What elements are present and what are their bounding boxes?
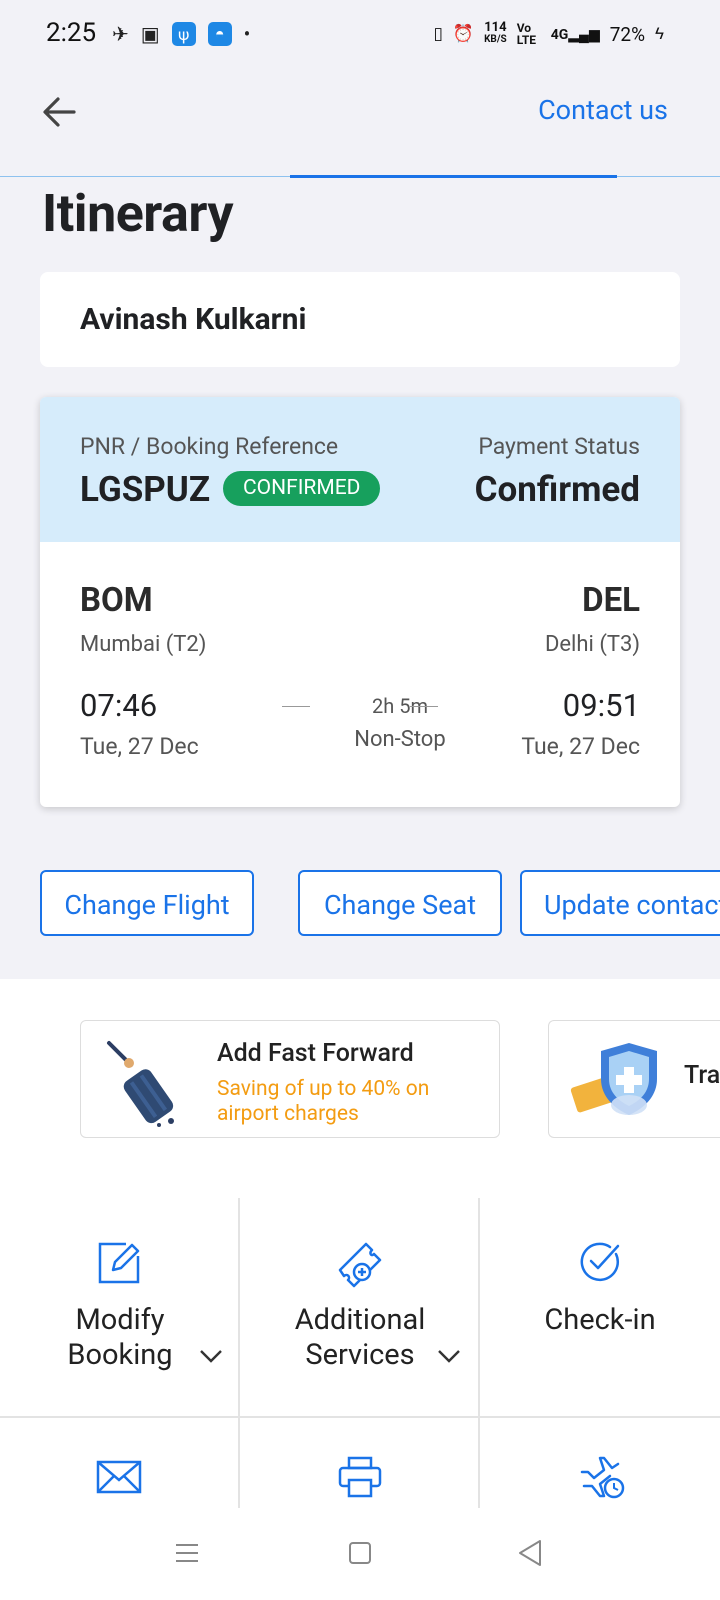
edit-pencil-icon [98,1242,140,1284]
charging-icon: ϟ [655,24,664,44]
pnr-label: PNR / Booking Reference [80,433,339,460]
fast-forward-subtitle-line2: airport charges [217,1102,359,1126]
arrival-date: Tue, 27 Dec [521,733,640,760]
system-nav-bar [0,1510,720,1600]
signal-icon: 4G▂▄▆ [550,26,600,43]
vibrate-icon: ▯ [433,24,443,44]
modify-booking-label-line1: Modify [75,1303,165,1337]
sim-card-icon: ▣ [140,22,160,46]
check-in-label: Check-in [544,1303,656,1337]
volte-icon: Vo LTE [516,21,537,47]
booking-card-header: PNR / Booking Reference LGSPUZ CONFIRMED… [40,397,680,542]
home-icon[interactable] [347,1540,373,1566]
status-time: 2:25 [46,18,97,48]
contact-us-link[interactable]: Contact us [538,94,668,126]
battery-level: 72% [609,22,645,46]
flight-status-icon[interactable] [578,1456,626,1500]
chevron-down-icon[interactable] [198,1343,224,1369]
departure-time: 07:46 [80,687,158,724]
add-ticket-icon [338,1242,382,1288]
check-in-tile[interactable]: Check-in [480,1198,718,1416]
back-icon[interactable] [516,1538,544,1568]
back-arrow-icon[interactable] [40,92,80,132]
passenger-card: Avinash Kulkarni [40,272,680,367]
usb-icon: ψ [171,22,196,46]
status-badge: CONFIRMED [223,471,381,506]
booking-card: PNR / Booking Reference LGSPUZ CONFIRMED… [40,397,680,807]
grid-row-divider [0,1416,720,1418]
fast-forward-subtitle-line1: Saving of up to 40% on [217,1077,430,1101]
flight-duration: 2h 5m [372,694,428,718]
additional-services-label-line2: Services [305,1338,415,1372]
origin-city: Mumbai (T2) [80,632,207,657]
notification-icons: ✈ ▣ ψ ◓ • [112,22,250,46]
additional-services-label-line1: Additional [294,1303,426,1337]
flight-stops: Non-Stop [354,727,446,752]
print-icon[interactable] [338,1456,382,1498]
pnr-code: LGSPUZ [80,469,211,510]
check-circle-icon [580,1242,620,1281]
page-title: Itinerary [42,183,234,244]
passenger-name: Avinash Kulkarni [80,302,307,337]
destination-code: DEL [582,581,640,620]
signal-type: 4G [550,26,569,43]
alarm-icon: ⏰ [452,24,475,44]
system-icons: ▯ ⏰ 114 KB/S Vo LTE 4G▂▄▆ 72% ϟ [433,20,664,47]
menu-icon[interactable] [174,1540,200,1566]
duration-line-left [282,706,310,707]
duration-line-right [410,706,438,707]
destination-city: Delhi (T3) [544,632,640,657]
airplane-mode-icon: ✈ [112,22,129,46]
network-speed-value: 114 [484,20,507,35]
email-icon[interactable] [96,1460,142,1494]
insurance-shield-icon [570,1043,657,1115]
fast-forward-card[interactable]: Add Fast Forward Saving of up to 40% on … [80,1020,500,1138]
travel-card-title: Tra [684,1061,720,1090]
arrival-time: 09:51 [562,687,640,724]
header-divider-active [290,175,617,178]
change-seat-button[interactable]: Change Seat [298,870,502,936]
modify-booking-label-line2: Booking [67,1338,173,1372]
chevron-down-icon[interactable] [436,1343,462,1369]
payment-status-value: Confirmed [474,469,640,510]
modify-booking-tile[interactable]: Modify Booking [0,1198,238,1416]
change-flight-button[interactable]: Change Flight [40,870,254,936]
travel-insurance-card[interactable]: Tra [548,1020,720,1138]
departure-date: Tue, 27 Dec [80,733,199,760]
luggage-icon [107,1041,174,1127]
network-speed-unit: KB/S [484,34,507,45]
additional-services-tile[interactable]: Additional Services [240,1198,478,1416]
network-speed: 114 KB/S [484,20,507,46]
fast-forward-title: Add Fast Forward [217,1039,414,1068]
more-notifications-dot-icon: • [243,22,251,46]
status-bar: 2:25 ✈ ▣ ψ ◓ • ▯ ⏰ 114 KB/S Vo LTE 4G▂▄▆… [0,0,720,72]
update-contact-button[interactable]: Update contact [520,870,720,936]
origin-code: BOM [80,581,153,620]
payment-status-label: Payment Status [478,433,640,460]
android-icon: ◓ [207,22,232,46]
